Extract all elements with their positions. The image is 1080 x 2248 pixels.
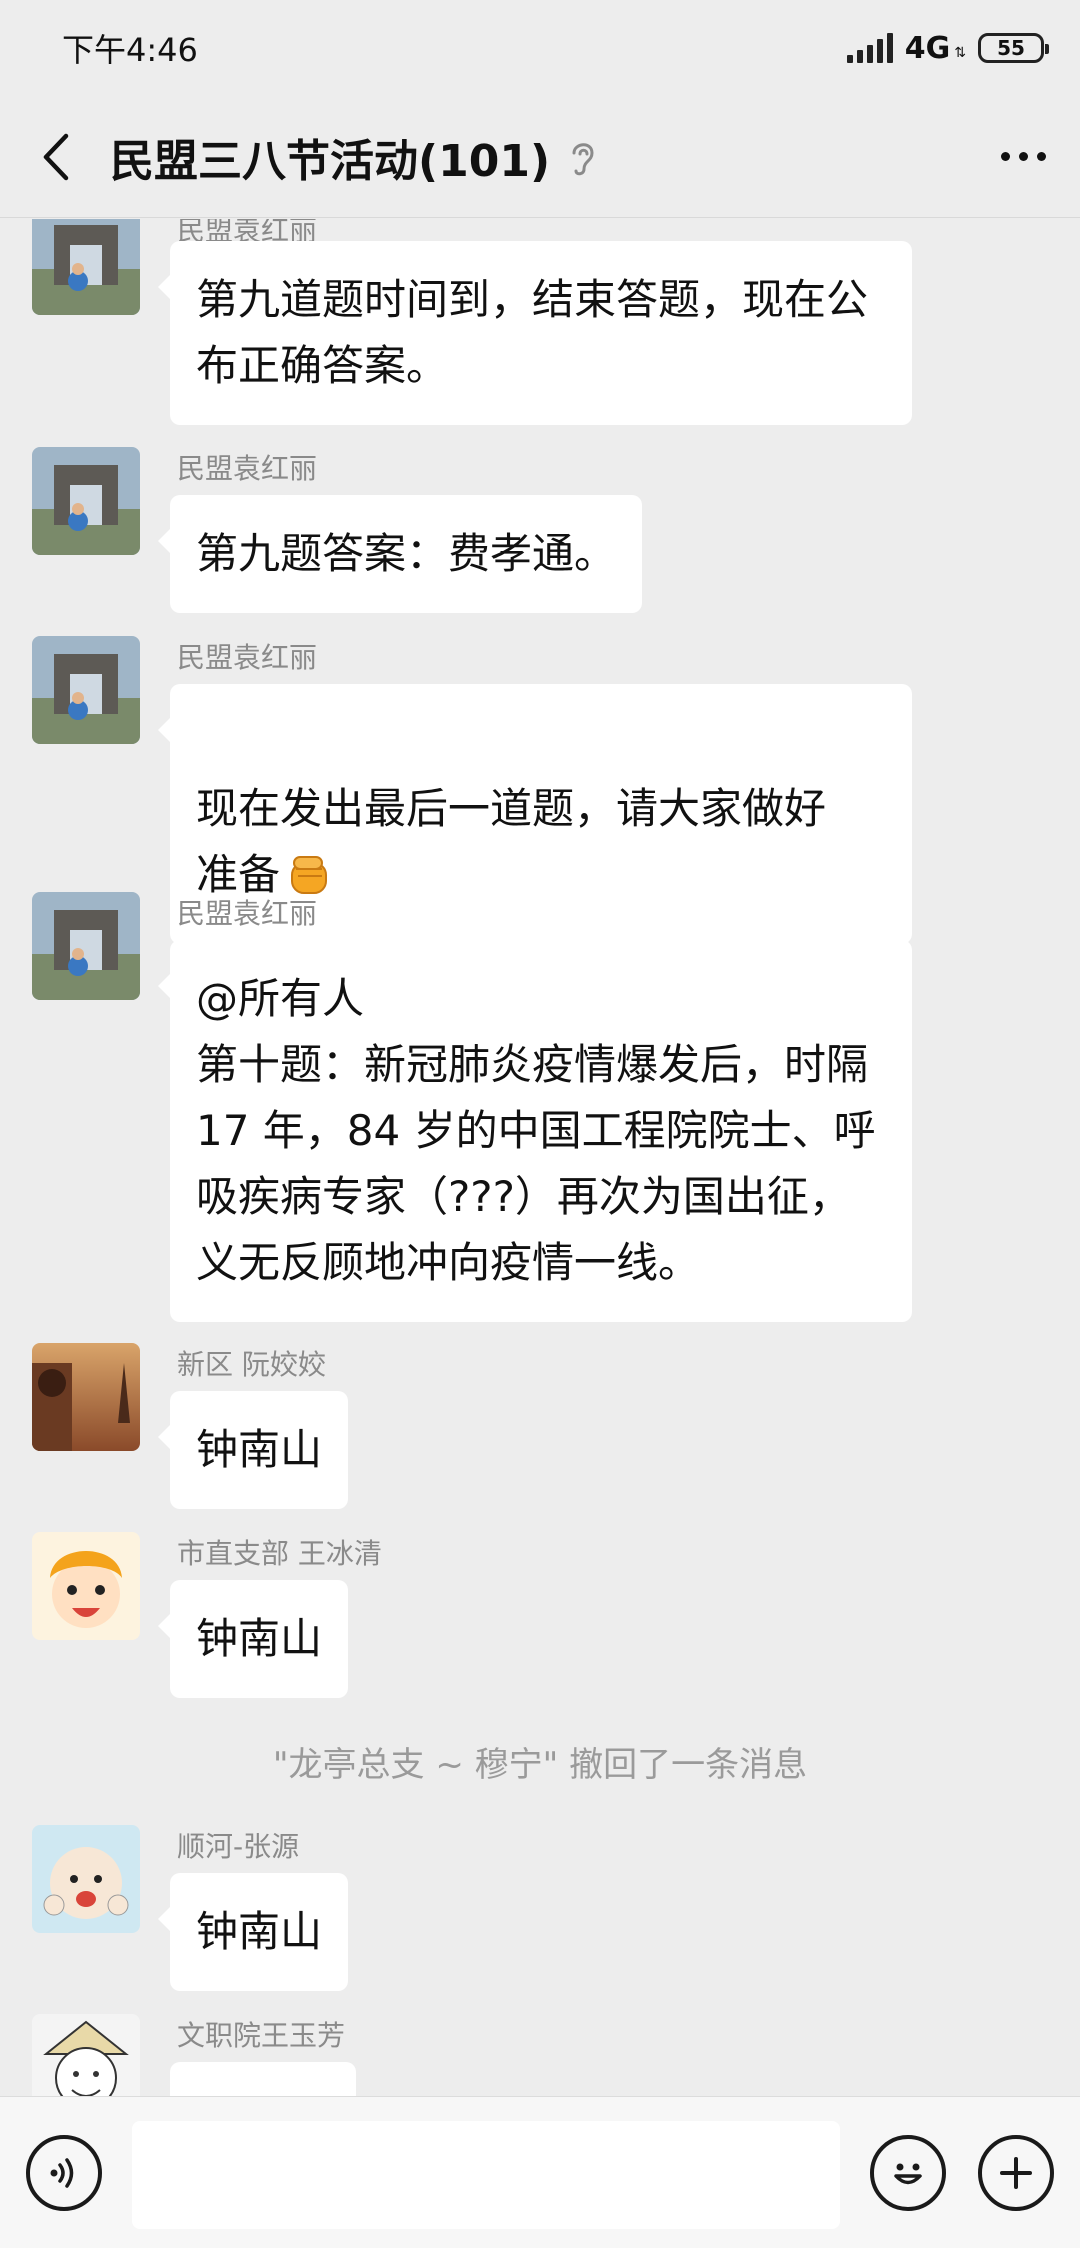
message-input[interactable] <box>132 2121 840 2229</box>
avatar[interactable] <box>32 2014 140 2096</box>
smiley-icon[interactable] <box>870 2135 946 2211</box>
recall-notice: "龙亭总支 ~ 穆宁" 撤回了一条消息 <box>272 1745 808 1785</box>
input-bar <box>0 2096 1080 2248</box>
sender-name: 新区 阮姣姣 <box>177 1348 326 1381</box>
network-label: 4G <box>904 30 951 66</box>
ear-icon <box>568 137 598 177</box>
message-bubble[interactable]: 第九题答案：费孝通。 <box>157 495 643 613</box>
message-list[interactable]: 民盟袁红丽 第九道题时间到，结束答题，现在公 布正确答案。 民盟袁红丽 第九题答… <box>0 219 1080 2096</box>
avatar[interactable] <box>32 219 140 315</box>
avatar[interactable] <box>32 636 140 744</box>
more-dots-icon[interactable] <box>1001 96 1046 217</box>
chevron-left-icon[interactable] <box>0 96 110 217</box>
avatar[interactable] <box>32 1825 140 1933</box>
status-indicators: 4G ⇅ 55 <box>846 30 1049 66</box>
avatar[interactable] <box>32 1343 140 1451</box>
sender-name: 顺河-张源 <box>177 1830 300 1863</box>
avatar[interactable] <box>32 892 140 1000</box>
plus-icon[interactable] <box>978 2135 1054 2211</box>
chat-header: 民盟三八节活动(101) <box>0 96 1080 218</box>
message-bubble[interactable]: 钟南山 <box>157 1580 349 1698</box>
voice-icon[interactable] <box>26 2135 102 2211</box>
message-bubble[interactable]: 钟南山 <box>157 1391 349 1509</box>
status-bar: 下午4:46 4G ⇅ 55 <box>0 0 1080 96</box>
sender-name: 市直支部 王冰清 <box>177 1537 382 1570</box>
avatar[interactable] <box>32 1532 140 1640</box>
message-bubble[interactable] <box>170 2062 356 2096</box>
avatar[interactable] <box>32 447 140 555</box>
chat-title: 民盟三八节活动(101) <box>110 135 551 187</box>
sender-name: 民盟袁红丽 <box>177 641 318 674</box>
battery-level: 55 <box>997 36 1025 60</box>
message-bubble[interactable]: 钟南山 <box>157 1873 349 1991</box>
message-bubble[interactable]: 第九道题时间到，结束答题，现在公 布正确答案。 <box>158 241 912 425</box>
signal-icon <box>846 33 893 63</box>
sender-name: 文职院王玉芳 <box>177 2019 346 2052</box>
sender-name: 民盟袁红丽 <box>177 452 318 485</box>
data-activity-icon: ⇅ <box>954 45 966 61</box>
message-bubble[interactable]: @所有人 第十题：新冠肺炎疫情爆发后，时隔 17 年，84 岁的中国工程院院士、… <box>158 940 912 1322</box>
status-time: 下午4:46 <box>62 31 198 69</box>
sender-name: 民盟袁红丽 <box>177 897 318 930</box>
battery-icon: 55 <box>978 33 1049 63</box>
